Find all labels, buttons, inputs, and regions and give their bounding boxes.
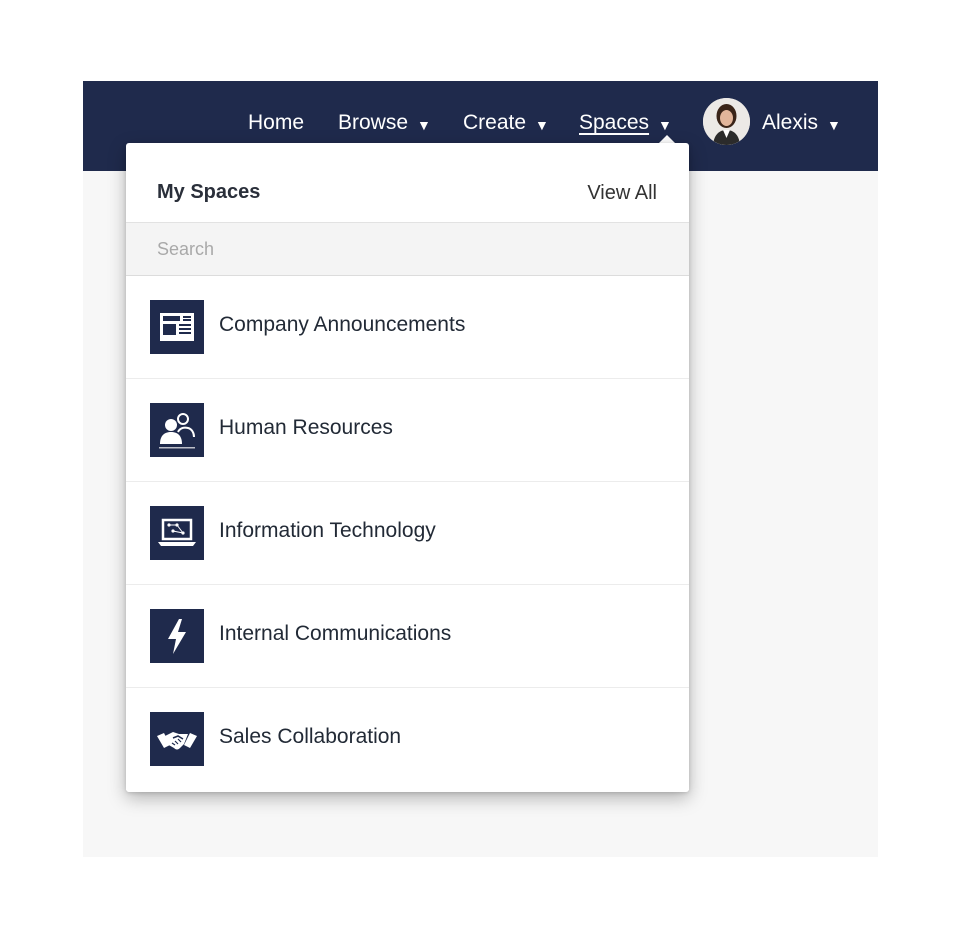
search-bar [126,223,689,276]
spaces-list: Company Announcements Human Resources In… [126,276,689,790]
user-avatar-icon [703,98,750,145]
space-item-label: Company Announcements [219,313,466,336]
space-item-sales-collaboration[interactable]: Sales Collaboration [126,688,689,790]
search-input[interactable] [126,223,689,275]
nav-spaces[interactable]: Spaces ▼ [579,109,672,137]
space-item-label: Information Technology [219,519,436,542]
user-name: Alexis [762,111,819,134]
chevron-down-icon: ▼ [827,116,841,133]
nav-browse[interactable]: Browse ▼ [338,109,431,137]
nav-home[interactable]: Home [248,109,304,137]
view-all-link[interactable]: View All [587,182,657,205]
people-icon [150,403,204,457]
handshake-icon [150,712,204,766]
space-item-internal-communications[interactable]: Internal Communications [126,585,689,688]
dropdown-title: My Spaces [157,181,261,203]
newspaper-icon [150,300,204,354]
nav-home-label: Home [248,111,305,134]
spaces-dropdown: My Spaces View All Company Announcements [126,143,689,792]
laptop-icon [150,506,204,560]
space-item-company-announcements[interactable]: Company Announcements [126,276,689,379]
chevron-down-icon: ▼ [417,116,431,133]
space-item-label: Internal Communications [219,622,452,645]
nav-spaces-label: Spaces [579,111,650,134]
nav-user[interactable]: Alexis ▼ [762,109,841,137]
chevron-down-icon: ▼ [658,116,672,133]
space-item-human-resources[interactable]: Human Resources [126,379,689,482]
nav-create-label: Create [463,111,527,134]
user-avatar[interactable] [703,98,750,145]
nav-browse-label: Browse [338,111,409,134]
chevron-down-icon: ▼ [535,116,549,133]
nav-create[interactable]: Create ▼ [463,109,549,137]
space-item-label: Human Resources [219,416,393,439]
dropdown-header: My Spaces View All [126,143,689,223]
space-item-label: Sales Collaboration [219,725,402,748]
space-item-information-technology[interactable]: Information Technology [126,482,689,585]
lightning-icon [150,609,204,663]
